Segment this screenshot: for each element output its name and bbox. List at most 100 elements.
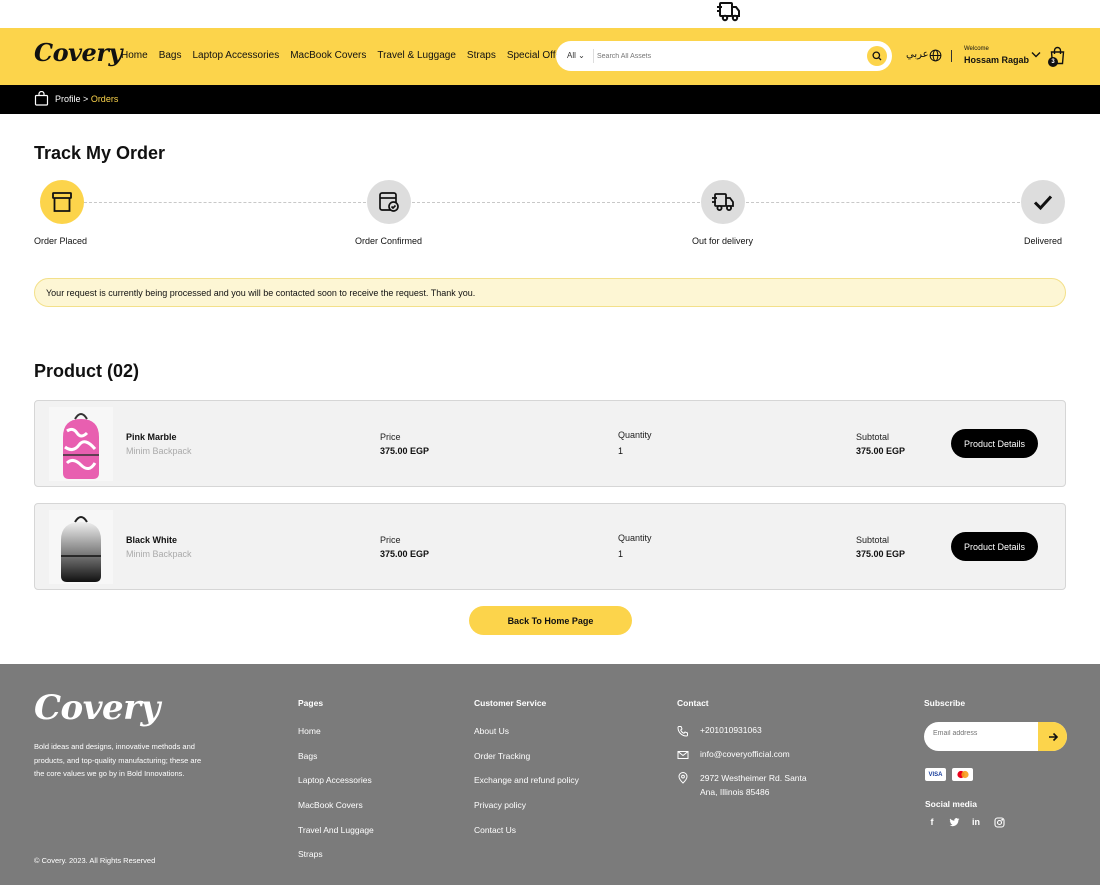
delivery-truck-icon — [717, 2, 740, 22]
main-nav: Home Bags Laptop Accessories MacBook Cov… — [121, 50, 567, 61]
breadcrumb-bar: Profile > Orders — [0, 85, 1100, 114]
box-icon — [52, 192, 72, 212]
step-label-delivered: Delivered — [1024, 236, 1063, 246]
footer-link-macbook-covers[interactable]: MacBook Covers — [298, 800, 374, 825]
welcome-label: Welcome — [964, 46, 989, 52]
nav-bags[interactable]: Bags — [159, 50, 182, 61]
nav-straps[interactable]: Straps — [467, 50, 496, 61]
breadcrumb: Profile > Orders — [55, 94, 118, 104]
product-card: Pink Marble Minim Backpack Price 375.00 … — [34, 400, 1066, 487]
price-value: 375.00 EGP — [380, 446, 430, 456]
footer-service-title: Customer Service — [474, 698, 547, 708]
step-order-placed — [40, 180, 84, 224]
back-to-home-button[interactable]: Back To Home Page — [469, 606, 632, 635]
price-label: Price — [380, 432, 401, 442]
footer-link-travel-luggage[interactable]: Travel And Luggage — [298, 825, 374, 850]
step-order-confirmed — [367, 180, 411, 224]
arrow-right-icon — [1048, 732, 1058, 741]
chevron-down-icon: ⌄ — [578, 51, 585, 60]
footer-link-privacy[interactable]: Privacy policy — [474, 800, 579, 825]
step-label-order-placed: Order Placed — [34, 236, 88, 246]
product-details-button[interactable]: Product Details — [951, 429, 1038, 458]
shopping-bag-icon — [34, 91, 49, 106]
search-category-select[interactable]: All ⌄ — [567, 51, 585, 60]
quantity-value: 1 — [618, 549, 624, 559]
nav-travel-luggage[interactable]: Travel & Luggage — [377, 50, 456, 61]
address-line-1: 2972 Westheimer Rd. Santa — [700, 773, 807, 783]
step-label-order-confirmed: Order Confirmed — [355, 236, 423, 246]
footer-pages-list: Home Bags Laptop Accessories MacBook Cov… — [298, 726, 374, 874]
address-line-2: Ana, Illinois 85486 — [700, 786, 770, 797]
search-button[interactable] — [867, 46, 887, 66]
footer-subscribe-title: Subscribe — [924, 698, 966, 708]
breadcrumb-profile[interactable]: Profile — [55, 94, 81, 104]
subtotal-label: Subtotal — [856, 432, 890, 442]
contact-address: 2972 Westheimer Rd. Santa Ana, Illinois … — [677, 772, 807, 799]
footer-service-list: About Us Order Tracking Exchange and ref… — [474, 726, 579, 849]
globe-icon[interactable] — [929, 49, 942, 62]
footer-link-straps[interactable]: Straps — [298, 849, 374, 874]
site-logo[interactable]: Covery — [34, 38, 122, 67]
footer-link-exchange-refund[interactable]: Exchange and refund policy — [474, 775, 579, 800]
footer-link-laptop-accessories[interactable]: Laptop Accessories — [298, 775, 374, 800]
breadcrumb-separator: > — [83, 94, 89, 104]
product-type: Minim Backpack — [126, 446, 192, 456]
contact-address-text: 2972 Westheimer Rd. Santa Ana, Illinois … — [700, 772, 807, 799]
step-connector — [746, 202, 1020, 203]
step-connector — [84, 202, 366, 203]
contact-email[interactable]: info@coveryofficial.com — [677, 749, 790, 761]
footer-logo[interactable]: Covery — [34, 688, 160, 728]
email-field[interactable] — [933, 730, 1043, 737]
backpack-image — [61, 516, 101, 582]
subtotal-value: 375.00 EGP — [856, 446, 906, 456]
user-name[interactable]: Hossam Ragab — [964, 55, 1029, 65]
subscribe-form — [924, 722, 1067, 751]
phone-icon — [677, 726, 688, 737]
search-bar: All ⌄ — [556, 41, 892, 71]
search-input[interactable] — [597, 47, 857, 65]
status-notice: Your request is currently being processe… — [34, 278, 1066, 307]
contact-email-text: info@coveryofficial.com — [700, 749, 790, 759]
product-name: Pink Marble — [126, 432, 177, 442]
nav-macbook-covers[interactable]: MacBook Covers — [290, 50, 366, 61]
twitter-icon[interactable] — [948, 816, 960, 828]
nav-home[interactable]: Home — [121, 50, 148, 61]
header-divider — [951, 50, 952, 62]
subscribe-button[interactable] — [1038, 722, 1067, 751]
language-switch[interactable]: عربي — [906, 49, 929, 60]
instagram-icon[interactable] — [993, 816, 1005, 828]
footer-contact-title: Contact — [677, 698, 709, 708]
chevron-down-icon[interactable] — [1031, 51, 1041, 59]
breadcrumb-orders: Orders — [90, 94, 119, 104]
checkmark-icon — [1033, 195, 1053, 211]
product-type: Minim Backpack — [126, 549, 192, 559]
footer-link-order-tracking[interactable]: Order Tracking — [474, 751, 579, 776]
cart-count-badge: 3 — [1048, 57, 1058, 67]
top-strip — [0, 0, 1100, 28]
nav-laptop-accessories[interactable]: Laptop Accessories — [192, 50, 279, 61]
mastercard-icon — [952, 768, 973, 781]
quantity-label: Quantity — [618, 430, 652, 440]
subtotal-label: Subtotal — [856, 535, 890, 545]
search-divider — [593, 49, 594, 63]
footer-link-bags[interactable]: Bags — [298, 751, 374, 776]
facebook-icon[interactable]: f — [926, 816, 938, 828]
linkedin-icon[interactable]: in — [970, 816, 982, 828]
copyright: © Covery. 2023. All Rights Reserved — [34, 856, 156, 865]
mail-icon — [677, 751, 689, 759]
products-title: Product (02) — [34, 361, 140, 381]
backpack-image — [63, 413, 99, 479]
footer-link-home[interactable]: Home — [298, 726, 374, 751]
location-pin-icon — [678, 772, 688, 784]
quantity-value: 1 — [618, 446, 624, 456]
product-details-button[interactable]: Product Details — [951, 532, 1038, 561]
step-delivered — [1021, 180, 1065, 224]
step-connector — [412, 202, 700, 203]
site-header: Covery Home Bags Laptop Accessories MacB… — [0, 28, 1100, 85]
footer-link-contact[interactable]: Contact Us — [474, 825, 579, 850]
product-card: Black White Minim Backpack Price 375.00 … — [34, 503, 1066, 590]
footer-tagline: Bold ideas and designs, innovative metho… — [34, 742, 202, 778]
step-out-for-delivery — [701, 180, 745, 224]
footer-link-about[interactable]: About Us — [474, 726, 579, 751]
contact-phone[interactable]: +201010931063 — [677, 725, 762, 737]
